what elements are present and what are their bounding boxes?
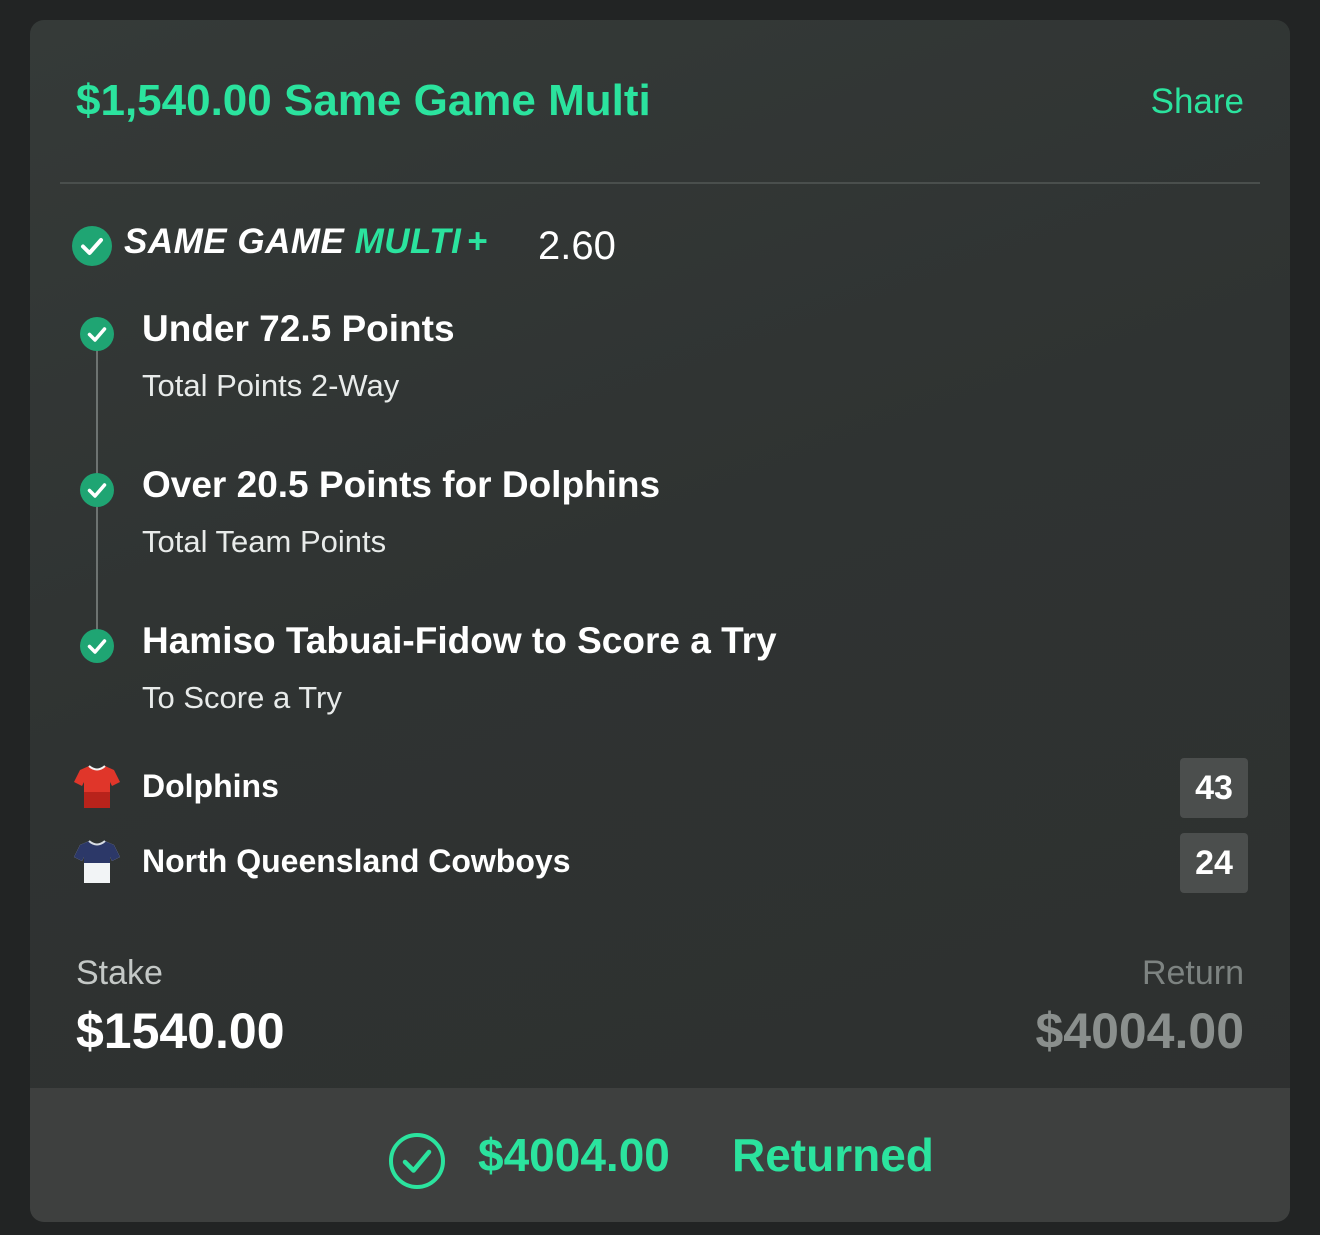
leg-selection: Hamiso Tabuai-Fidow to Score a Try bbox=[142, 620, 777, 661]
logo-word-multi: MULTI bbox=[354, 222, 462, 261]
leg-market: Total Team Points bbox=[142, 524, 387, 559]
returned-status: Returned bbox=[732, 1129, 934, 1181]
team-score: 43 bbox=[1180, 758, 1248, 818]
share-button[interactable]: Share bbox=[1151, 82, 1244, 122]
leg-market: Total Points 2-Way bbox=[142, 368, 400, 403]
team-row-away: North Queensland Cowboys 24 bbox=[72, 833, 1248, 897]
red-jersey-icon bbox=[74, 765, 120, 808]
header-divider bbox=[60, 182, 1260, 184]
bet-result-footer: $4004.00 Returned bbox=[30, 1088, 1290, 1222]
return-value: $4004.00 bbox=[1035, 1003, 1244, 1059]
bet-type-row: SAME GAME MULTI + 2.60 bbox=[72, 220, 772, 280]
check-circle-icon bbox=[80, 317, 114, 351]
bet-odds: 2.60 bbox=[538, 224, 616, 268]
stake-label: Stake bbox=[76, 954, 163, 992]
leg-selection: Over 20.5 Points for Dolphins bbox=[142, 464, 661, 505]
leg-item: Over 20.5 Points for Dolphins Total Team… bbox=[78, 464, 1178, 584]
leg-item: Under 72.5 Points Total Points 2-Way bbox=[78, 308, 1178, 428]
same-game-multi-logo: SAME GAME MULTI + bbox=[124, 222, 488, 262]
check-circle-icon bbox=[80, 629, 114, 663]
return-label: Return bbox=[1141, 954, 1244, 992]
team-row-home: Dolphins 43 bbox=[72, 758, 1248, 822]
check-circle-icon bbox=[80, 473, 114, 507]
team-score: 24 bbox=[1180, 833, 1248, 893]
leg-selection: Under 72.5 Points bbox=[142, 308, 455, 349]
team-name: Dolphins bbox=[142, 768, 279, 804]
stake-value: $1540.00 bbox=[76, 1003, 285, 1059]
check-circle-outline-icon bbox=[389, 1133, 445, 1189]
leg-market: To Score a Try bbox=[142, 680, 342, 715]
leg-item: Hamiso Tabuai-Fidow to Score a Try To Sc… bbox=[78, 620, 1178, 740]
check-circle-icon bbox=[72, 226, 112, 266]
logo-plus: + bbox=[467, 222, 489, 261]
bet-title: $1,540.00 Same Game Multi bbox=[76, 76, 651, 125]
navy-white-jersey-icon bbox=[74, 840, 120, 883]
bet-header: $1,540.00 Same Game Multi Share bbox=[30, 20, 1290, 184]
bet-card: $1,540.00 Same Game Multi Share SAME GAM… bbox=[30, 20, 1290, 1222]
team-name: North Queensland Cowboys bbox=[142, 843, 571, 879]
returned-amount: $4004.00 bbox=[478, 1129, 670, 1181]
logo-word-same-game: SAME GAME bbox=[124, 222, 345, 261]
